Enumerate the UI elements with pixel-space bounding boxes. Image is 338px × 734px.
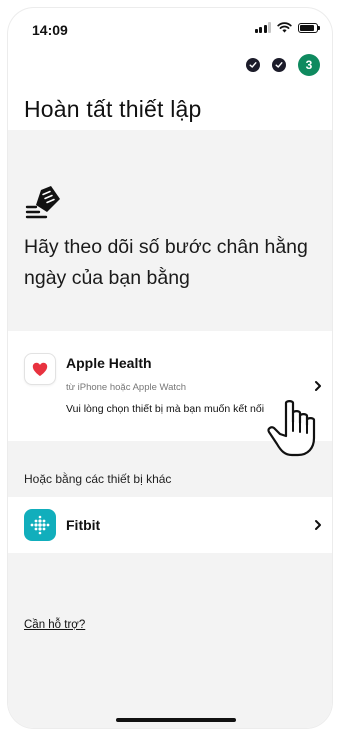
other-devices-label: Hoặc bằng các thiết bị khác	[24, 472, 172, 486]
apple-health-title: Apple Health	[66, 355, 152, 371]
step-complete-check-icon	[246, 58, 260, 72]
step-complete-check-icon	[272, 58, 286, 72]
chevron-right-icon	[315, 381, 321, 391]
shoe-icon	[25, 186, 60, 219]
current-step-badge: 3	[298, 54, 320, 76]
fitbit-app-icon	[24, 509, 56, 541]
setup-progress: 3	[246, 54, 320, 76]
hero-text: Hãy theo dõi số bước chân hằng ngày của …	[24, 236, 308, 289]
chevron-right-icon	[315, 520, 321, 530]
status-bar: 14:09	[8, 8, 332, 52]
help-link[interactable]: Cần hỗ trợ?	[24, 619, 85, 631]
apple-health-subtitle: từ iPhone hoặc Apple Watch	[66, 382, 187, 393]
page-title: Hoàn tất thiết lập	[24, 96, 202, 122]
status-time: 14:09	[32, 22, 68, 38]
fitbit-title: Fitbit	[66, 517, 101, 533]
hand-pointer-icon	[267, 400, 316, 457]
fitbit-option[interactable]: Fitbit	[8, 497, 332, 553]
battery-icon	[298, 22, 320, 33]
wifi-icon	[277, 22, 292, 33]
apple-health-app-icon	[24, 353, 56, 385]
system-icons	[254, 22, 320, 33]
heart-icon	[32, 362, 48, 376]
apple-health-instruction: Vui lòng chọn thiết bị mà bạn muốn kết n…	[66, 403, 265, 415]
fitbit-icon	[30, 515, 50, 535]
signal-icon	[254, 22, 271, 33]
home-indicator	[116, 718, 236, 722]
phone-screen: 14:09 3 Hoàn tất thiết lập Hãy theo dõi …	[8, 8, 332, 728]
